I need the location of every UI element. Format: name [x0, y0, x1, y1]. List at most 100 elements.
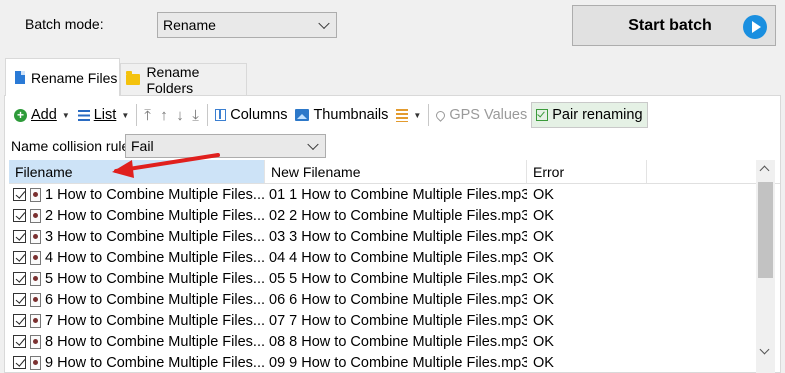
toolbar-separator: [428, 104, 430, 126]
new-filename-cell: 01 1 How to Combine Multiple Files.mp3: [269, 186, 527, 203]
row-checkbox[interactable]: [13, 251, 26, 264]
table-row[interactable]: 7 How to Combine Multiple Files... 07 7 …: [9, 310, 780, 331]
table-row[interactable]: 6 How to Combine Multiple Files... 06 6 …: [9, 289, 780, 310]
row-checkbox[interactable]: [13, 314, 26, 327]
location-pin-icon: [434, 108, 448, 122]
columns-label: Columns: [230, 107, 288, 123]
new-filename-cell: 08 8 How to Combine Multiple Files.mp3: [269, 333, 527, 350]
toolbar: + Add ▼ List ▼ ⤒ ↑ ↓ ⤓ Columns Thumbnail…: [10, 101, 780, 129]
move-bottom-icon[interactable]: ⤓: [188, 102, 204, 128]
pair-renaming-toggle[interactable]: Pair renaming: [531, 102, 648, 128]
error-cell: OK: [533, 207, 554, 224]
columns-icon: [215, 109, 227, 121]
view-list-icon: [396, 108, 409, 122]
error-cell: OK: [533, 270, 554, 287]
column-header-error[interactable]: Error: [527, 160, 647, 183]
list-icon: [77, 109, 90, 121]
thumbnails-button[interactable]: Thumbnails: [291, 102, 392, 128]
filename-cell: 7 How to Combine Multiple Files...: [45, 312, 265, 329]
table-row[interactable]: 4 How to Combine Multiple Files... 04 4 …: [9, 247, 780, 268]
chevron-down-icon: [318, 17, 330, 30]
audio-file-icon: [30, 187, 41, 202]
play-icon: [743, 15, 767, 39]
audio-file-icon: [30, 229, 41, 244]
filename-cell: 8 How to Combine Multiple Files...: [45, 333, 265, 350]
audio-file-icon: [30, 271, 41, 286]
tab-rename-folders[interactable]: Rename Folders: [120, 63, 247, 96]
audio-file-icon: [30, 250, 41, 265]
batch-mode-select[interactable]: Rename: [157, 12, 337, 38]
chevron-down-icon: [307, 138, 319, 151]
table-row[interactable]: 9 How to Combine Multiple Files... 09 9 …: [9, 352, 780, 373]
table-row[interactable]: 5 How to Combine Multiple Files... 05 5 …: [9, 268, 780, 289]
audio-file-icon: [30, 313, 41, 328]
error-cell: OK: [533, 186, 554, 203]
dropdown-arrow-icon: ▼: [61, 110, 70, 120]
table-row[interactable]: 8 How to Combine Multiple Files... 08 8 …: [9, 331, 780, 352]
new-filename-cell: 02 2 How to Combine Multiple Files.mp3: [269, 207, 527, 224]
error-cell: OK: [533, 228, 554, 245]
tab-label: Rename Folders: [146, 63, 200, 96]
batch-mode-value: Rename: [163, 17, 216, 33]
row-checkbox[interactable]: [13, 230, 26, 243]
move-down-icon[interactable]: ↓: [172, 102, 188, 128]
column-header-new-filename[interactable]: New Filename: [265, 160, 527, 183]
row-checkbox[interactable]: [13, 335, 26, 348]
files-table: Filename New Filename Error 1 How to Com…: [9, 160, 780, 373]
scroll-down-icon[interactable]: [759, 344, 770, 355]
add-button[interactable]: + Add ▼: [10, 102, 74, 128]
toolbar-separator: [207, 104, 209, 126]
filename-cell: 2 How to Combine Multiple Files...: [45, 207, 265, 224]
table-row[interactable]: 1 How to Combine Multiple Files... 01 1 …: [9, 184, 780, 205]
new-filename-cell: 04 4 How to Combine Multiple Files.mp3: [269, 249, 527, 266]
row-checkbox[interactable]: [13, 188, 26, 201]
filename-cell: 4 How to Combine Multiple Files...: [45, 249, 265, 266]
columns-button[interactable]: Columns: [211, 102, 291, 128]
add-icon: +: [14, 108, 27, 122]
scroll-up-icon[interactable]: [759, 165, 770, 176]
move-top-icon[interactable]: ⤒: [140, 102, 156, 128]
start-batch-label: Start batch: [628, 16, 712, 34]
filename-cell: 6 How to Combine Multiple Files...: [45, 291, 265, 308]
start-batch-button[interactable]: Start batch: [572, 5, 776, 46]
new-filename-cell: 06 6 How to Combine Multiple Files.mp3: [269, 291, 527, 308]
audio-file-icon: [30, 355, 41, 370]
filename-cell: 9 How to Combine Multiple Files...: [45, 354, 265, 371]
folder-icon: [126, 71, 141, 85]
annotation-arrow: [112, 153, 220, 178]
add-label: Add: [31, 107, 57, 123]
new-filename-cell: 05 5 How to Combine Multiple Files.mp3: [269, 270, 527, 287]
row-checkbox[interactable]: [13, 293, 26, 306]
batch-mode-label: Batch mode:: [25, 16, 104, 32]
table-row[interactable]: 3 How to Combine Multiple Files... 03 3 …: [9, 226, 780, 247]
gps-values-label: GPS Values: [449, 107, 528, 123]
image-icon: [295, 109, 310, 121]
list-label: List: [93, 107, 117, 123]
gps-values-button[interactable]: GPS Values: [432, 102, 531, 128]
dropdown-arrow-icon: ▼: [413, 110, 422, 120]
thumbnails-label: Thumbnails: [313, 107, 389, 123]
error-cell: OK: [533, 249, 554, 266]
vertical-scrollbar[interactable]: [756, 160, 775, 373]
filename-cell: 3 How to Combine Multiple Files...: [45, 228, 265, 245]
new-filename-cell: 03 3 How to Combine Multiple Files.mp3: [269, 228, 527, 245]
dropdown-arrow-icon: ▼: [121, 110, 130, 120]
move-up-icon[interactable]: ↑: [156, 102, 172, 128]
table-row[interactable]: 2 How to Combine Multiple Files... 02 2 …: [9, 205, 780, 226]
new-filename-cell: 07 7 How to Combine Multiple Files.mp3: [269, 312, 527, 329]
new-filename-cell: 09 9 How to Combine Multiple Files.mp3: [269, 354, 527, 371]
pair-renaming-label: Pair renaming: [552, 107, 643, 123]
audio-file-icon: [30, 208, 41, 223]
row-checkbox[interactable]: [13, 209, 26, 222]
row-checkbox[interactable]: [13, 272, 26, 285]
audio-file-icon: [30, 292, 41, 307]
row-checkbox[interactable]: [13, 356, 26, 369]
list-button[interactable]: List ▼: [74, 102, 134, 128]
view-options-button[interactable]: ▼: [392, 102, 425, 128]
checkbox-checked-icon: [536, 109, 549, 121]
tab-label: Rename Files: [31, 69, 118, 86]
tab-rename-files[interactable]: Rename Files: [5, 58, 120, 96]
filename-cell: 5 How to Combine Multiple Files...: [45, 270, 265, 287]
scrollbar-thumb[interactable]: [758, 182, 773, 278]
error-cell: OK: [533, 354, 554, 371]
